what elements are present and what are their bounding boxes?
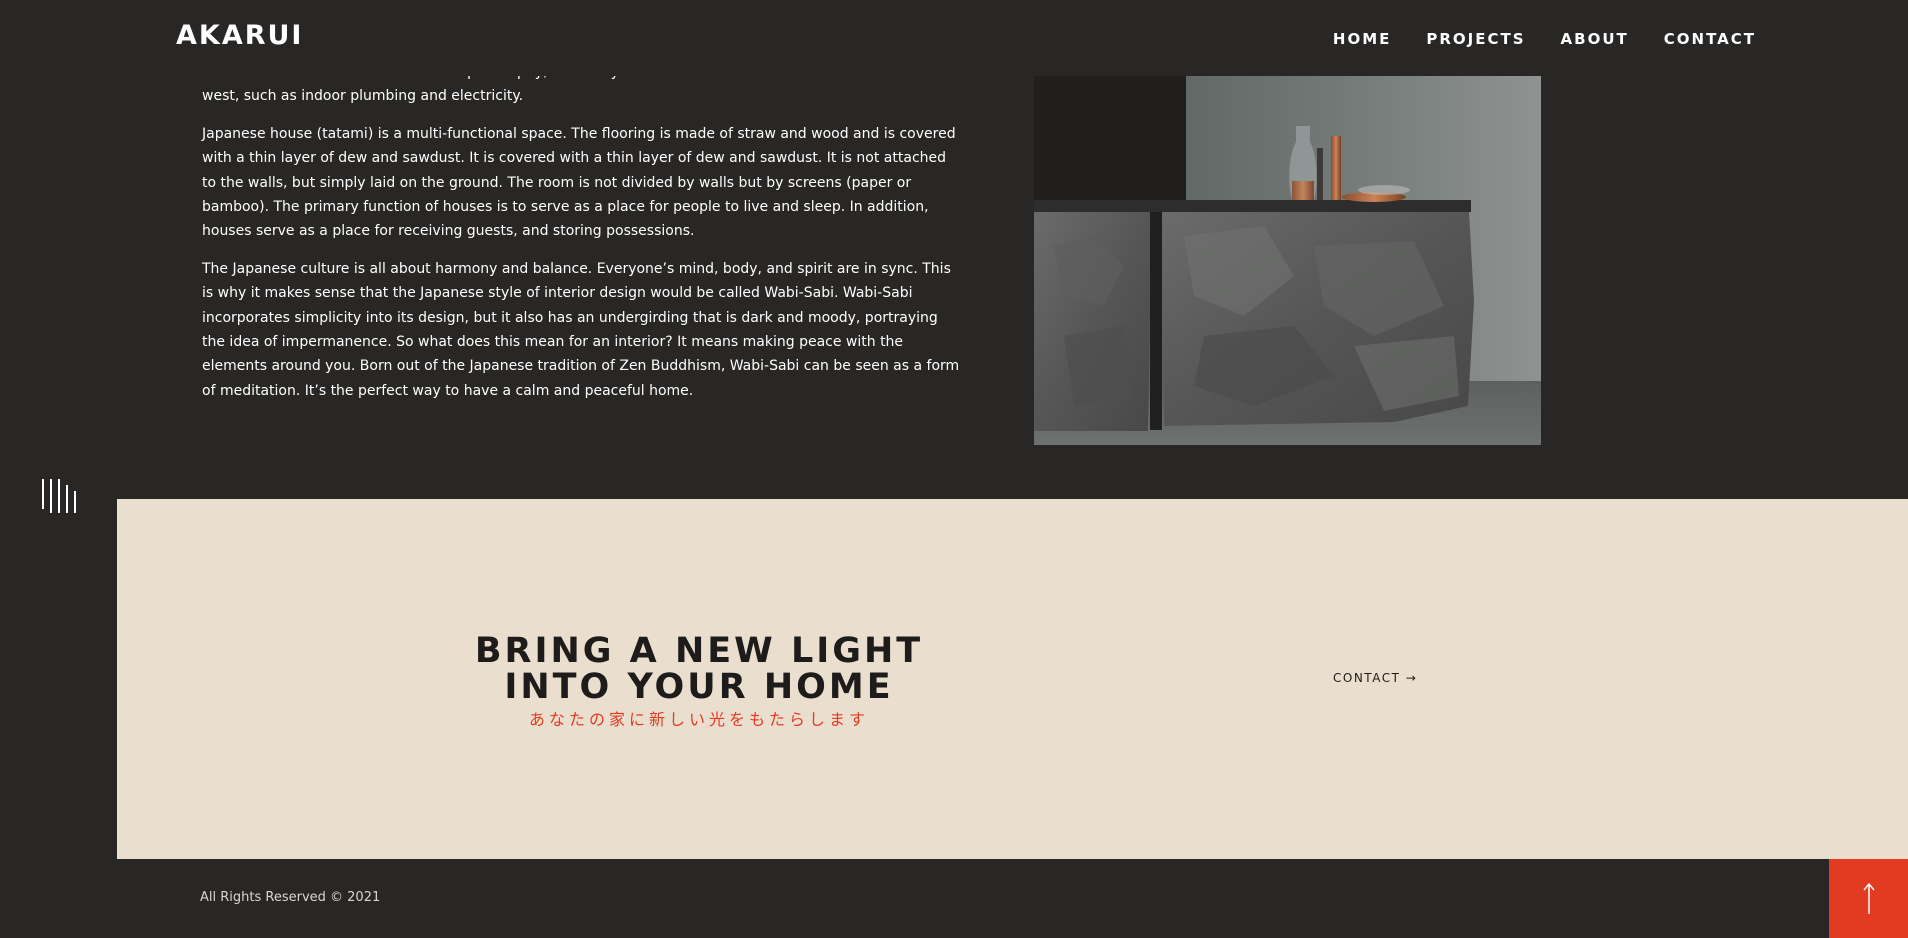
stone-table-photo bbox=[1034, 76, 1541, 445]
article-paragraph: Japanese house (tatami) is a multi-funct… bbox=[202, 125, 956, 240]
cta-title-line: INTO YOUR HOME bbox=[504, 667, 894, 707]
article-text: Modern homes still follow this overall p… bbox=[202, 60, 962, 416]
page: Modern homes still follow this overall p… bbox=[0, 0, 1908, 938]
back-to-top-button[interactable] bbox=[1829, 859, 1908, 938]
arrow-up-icon bbox=[1862, 882, 1875, 914]
nav-contact[interactable]: CONTACT bbox=[1664, 30, 1756, 48]
main-nav: HOME PROJECTS ABOUT CONTACT bbox=[1333, 30, 1756, 48]
nav-home[interactable]: HOME bbox=[1333, 30, 1391, 48]
nav-projects[interactable]: PROJECTS bbox=[1426, 30, 1525, 48]
cta-contact-link[interactable]: CONTACT → bbox=[1333, 671, 1417, 685]
nav-about[interactable]: ABOUT bbox=[1561, 30, 1629, 48]
cta-title-line: BRING A NEW LIGHT bbox=[474, 631, 924, 671]
cta-subtitle: あなたの家に新しい光をもたらします bbox=[528, 710, 869, 729]
cta-title: BRING A NEW LIGHT INTO YOUR HOME bbox=[474, 633, 924, 705]
cta-section bbox=[117, 499, 1908, 859]
article-paragraph: The Japanese culture is all about harmon… bbox=[202, 260, 960, 399]
site-logo[interactable]: AKARUI bbox=[176, 20, 303, 51]
footer-copyright: All Rights Reserved © 2021 bbox=[200, 890, 381, 905]
site-header: AKARUI HOME PROJECTS ABOUT CONTACT bbox=[0, 0, 1908, 76]
vertical-lines-icon[interactable] bbox=[41, 477, 77, 515]
